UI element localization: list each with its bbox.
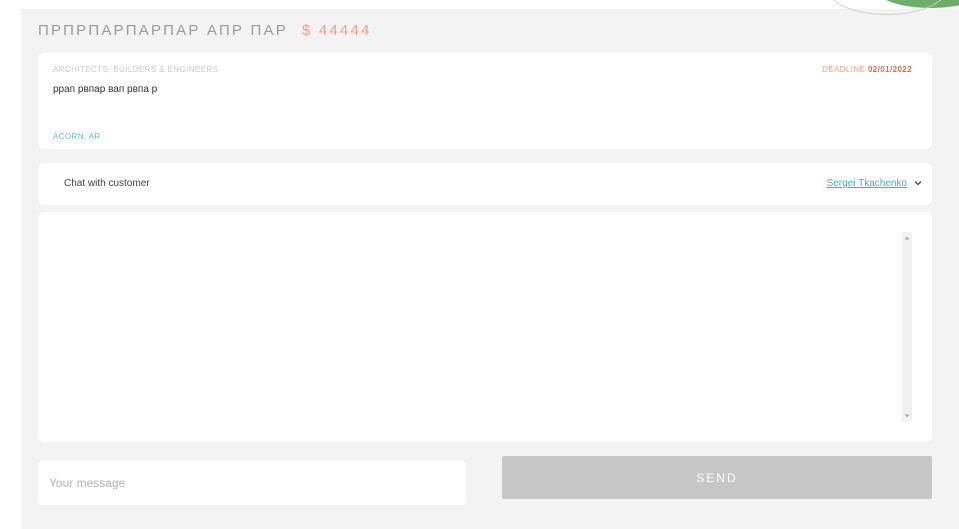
chat-messages-area[interactable] — [38, 212, 932, 442]
job-header: ПРПРПАРПАРПАР АПР ПАР $ 44444 — [38, 19, 372, 41]
scroll-up-arrow-icon[interactable] — [904, 235, 910, 241]
messages-scrollbar[interactable] — [902, 232, 912, 422]
job-deadline: DEADLINE 02/01/2022 — [822, 65, 912, 74]
chat-user-link[interactable]: Sergei Tkachenko — [827, 178, 907, 189]
message-input[interactable] — [38, 461, 466, 505]
job-location: ACORN, AR — [53, 132, 101, 141]
scroll-down-arrow-icon[interactable] — [904, 413, 910, 419]
chevron-down-icon[interactable] — [913, 178, 923, 188]
send-button[interactable]: SEND — [502, 456, 932, 499]
deadline-label: DEADLINE — [822, 65, 866, 74]
deadline-date: 02/01/2022 — [867, 65, 912, 74]
job-title: ПРПРПАРПАРПАР АПР ПАР — [38, 21, 288, 39]
chat-label: Chat with customer — [64, 178, 150, 189]
job-price: $ 44444 — [301, 21, 372, 39]
job-details-card: ARCHITECTS, BUILDERS & ENGINEERS DEADLIN… — [38, 53, 932, 149]
job-description: ppап рвпар вап рвпа р — [53, 84, 158, 95]
job-category: ARCHITECTS, BUILDERS & ENGINEERS — [53, 65, 219, 74]
chat-header: Chat with customer Sergei Tkachenko — [38, 163, 932, 205]
